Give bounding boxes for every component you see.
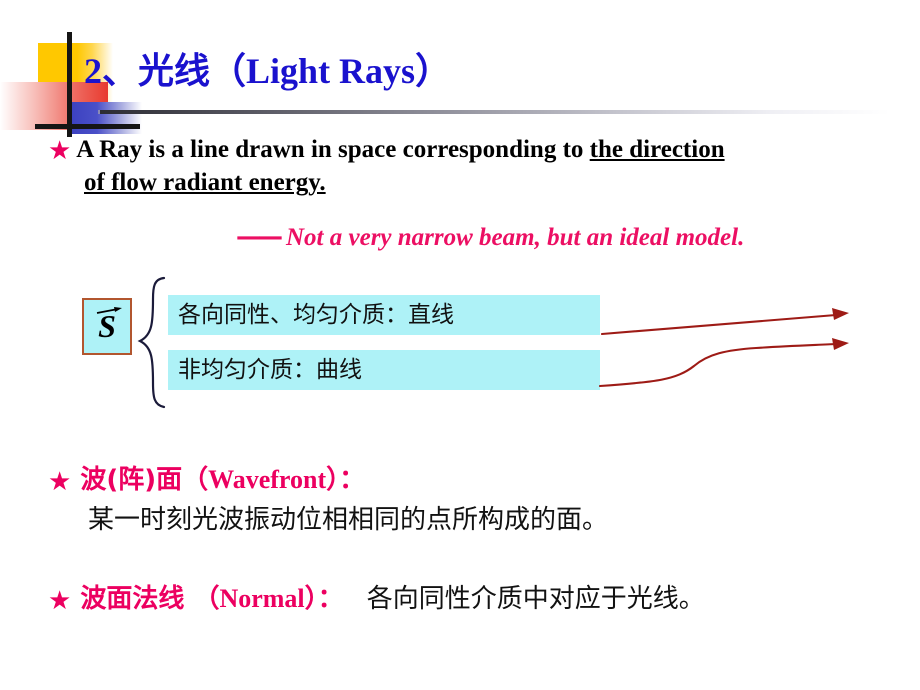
ray-arrows-group (598, 308, 849, 388)
ideal-model-note: —— Not a very narrow beam, but an ideal m… (236, 222, 744, 252)
ideal-model-note-text: Not a very narrow beam, but an ideal mod… (286, 224, 745, 251)
ray-definition-underlined-2: of flow radiant energy. (84, 169, 326, 196)
page-title: 2、光线（Light Rays） (84, 42, 451, 94)
normal-description: 各向同性介质中对应于光线。 (366, 584, 705, 614)
title-english: （Light Rays） (210, 51, 452, 91)
grouping-brace-icon (137, 276, 166, 409)
wavefront-heading-cn: 波(阵)面 (80, 465, 183, 495)
wavefront-description: 某一时刻光波振动位相相同的点所构成的面。 (88, 505, 609, 535)
horizontal-rule-decoration (35, 124, 140, 129)
vector-symbol-label: S (98, 308, 116, 344)
ray-definition-underlined-1: the direction (589, 136, 725, 163)
wavefront-heading-colon: ： (339, 465, 366, 495)
title-divider (100, 110, 890, 114)
curved-ray-arrow-icon (598, 338, 849, 388)
normal-heading-en: （Normal） (193, 584, 318, 613)
title-chinese: 光线 (138, 51, 211, 92)
title-number: 2、 (84, 51, 139, 91)
normal-heading-cn: 波面法线 (80, 584, 194, 614)
star-bullet-icon: ★ (48, 136, 72, 166)
homogeneous-medium-box: 各向同性、均匀介质：直线 (168, 295, 600, 335)
wavefront-heading-en: （Wavefront） (182, 465, 340, 494)
ray-propagation-diagram: S 各向同性、均匀介质：直线 非均匀介质：曲线 (0, 270, 920, 415)
poynting-vector-box: S (82, 298, 132, 355)
straight-ray-arrow-icon (600, 308, 849, 336)
em-dash-prefix: —— (236, 222, 283, 251)
inhomogeneous-medium-box: 非均匀介质：曲线 (168, 350, 600, 390)
ray-definition-block: ★ A Ray is a line drawn in space corresp… (48, 134, 894, 199)
star-bullet-icon: ★ (48, 586, 72, 616)
vertical-rule-decoration (67, 32, 72, 137)
normal-line-block: ★ 波面法线 （Normal）： 各向同性介质中对应于光线。 (48, 578, 705, 615)
normal-heading: ★ 波面法线 （Normal）： (48, 584, 353, 614)
blue-gradient-decoration (67, 102, 142, 134)
wavefront-heading: ★ 波(阵)面（Wavefront）： (48, 459, 365, 496)
star-bullet-icon: ★ (48, 467, 72, 497)
ray-definition-text-plain: A Ray is a line drawn in space correspon… (76, 136, 590, 163)
normal-heading-colon: ： (317, 584, 344, 614)
